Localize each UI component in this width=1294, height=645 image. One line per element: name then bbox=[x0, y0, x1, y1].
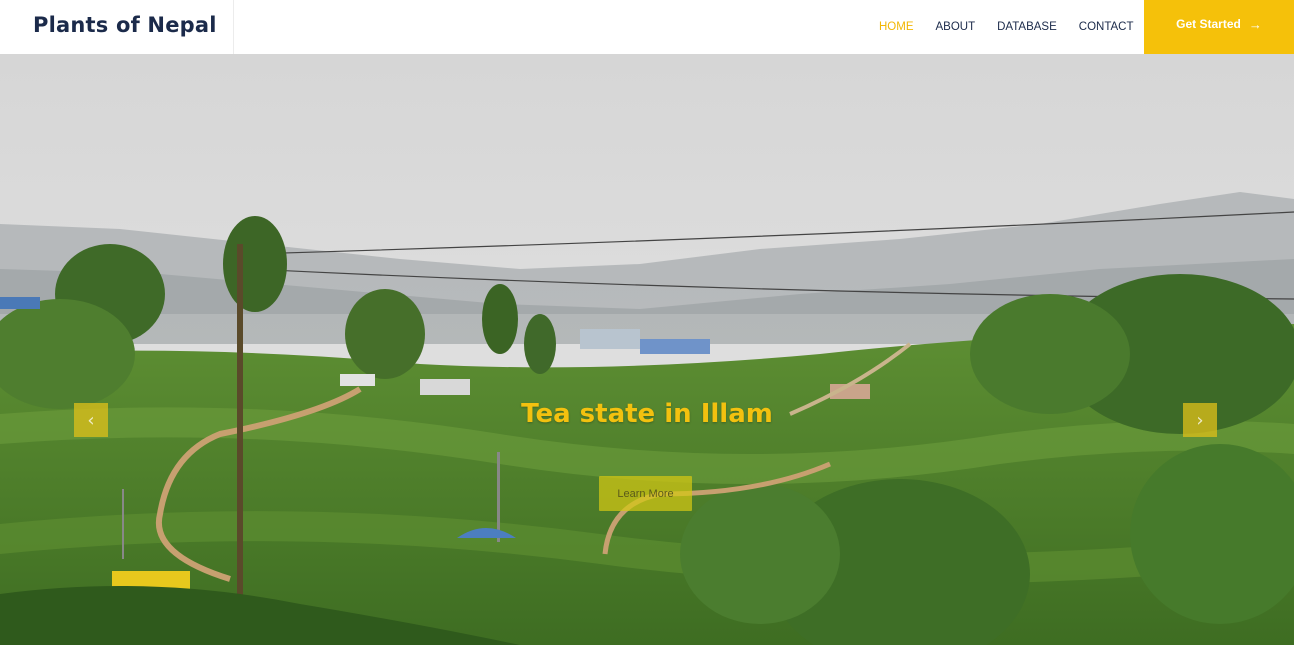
nav-item-home[interactable]: HOME bbox=[868, 19, 925, 35]
arrow-right-icon: → bbox=[1248, 16, 1262, 32]
hero-background-image bbox=[0, 54, 1294, 645]
learn-more-button[interactable]: Learn More bbox=[599, 476, 692, 511]
brand-block: Plants of Nepal bbox=[0, 0, 234, 54]
nav-item-database[interactable]: DATABASE bbox=[986, 19, 1068, 35]
nav-item-about[interactable]: ABOUT bbox=[925, 19, 987, 35]
get-started-label: Get Started bbox=[1176, 17, 1241, 31]
get-started-button[interactable]: Get Started → bbox=[1144, 0, 1294, 54]
site-header: Plants of Nepal HOME ABOUT DATABASE CONT… bbox=[0, 0, 1294, 54]
brand-logo-text[interactable]: Plants of Nepal bbox=[33, 13, 217, 37]
nav-item-contact[interactable]: CONTACT bbox=[1068, 19, 1145, 35]
slide-title: Tea state in Illam bbox=[521, 399, 773, 429]
hero-carousel: ‹ › Tea state in Illam Learn More bbox=[0, 54, 1294, 645]
main-nav: HOME ABOUT DATABASE CONTACT bbox=[868, 19, 1145, 35]
